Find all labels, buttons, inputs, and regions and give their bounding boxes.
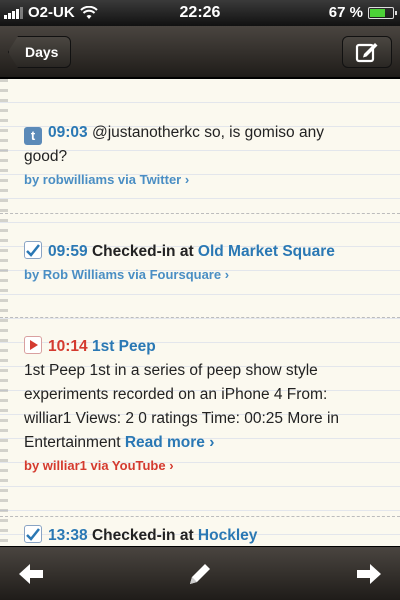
edit-button[interactable] <box>185 560 215 588</box>
tweet-text: @justanotherkc so, is gomiso any <box>91 124 324 141</box>
checkin-action: Checked-in at <box>91 527 194 544</box>
status-bar: O2-UK 22:26 67 % <box>0 0 400 26</box>
next-day-button[interactable] <box>354 560 384 588</box>
entry-time: 09:03 <box>48 124 88 141</box>
entry-time: 09:59 <box>48 243 88 260</box>
read-more-link[interactable]: Read more › <box>125 434 215 451</box>
battery-level-fill <box>370 8 385 17</box>
status-right: 67 % <box>328 4 397 21</box>
navigation-bar: Days <box>0 26 400 78</box>
arrow-left-icon <box>19 564 43 584</box>
twitter-icon: t <box>24 127 42 145</box>
video-description-line: Entertainment <box>24 434 121 451</box>
video-description-line: williar1 Views: 2 0 ratings Time: 00:25 … <box>24 410 340 427</box>
day-entries-list[interactable]: t 09:03 @justanotherkc so, is gomiso any … <box>0 79 400 546</box>
tweet-text-continued: good? <box>24 148 68 165</box>
list-item[interactable]: t 09:03 @justanotherkc so, is gomiso any … <box>0 79 400 214</box>
foursquare-icon <box>24 241 42 259</box>
bottom-toolbar <box>0 546 400 600</box>
battery-icon <box>368 6 397 19</box>
previous-day-button[interactable] <box>16 560 46 588</box>
compose-icon <box>355 43 378 63</box>
entry-source-link[interactable]: by Rob Williams via Foursquare › <box>24 264 376 286</box>
list-item[interactable]: 13:38 Checked-in at Hockley <box>0 518 400 546</box>
venue-link[interactable]: Hockley <box>198 527 257 544</box>
video-description-line: 1st Peep 1st in a series of peep show st… <box>24 362 318 379</box>
video-description-line: experiments recorded on an iPhone 4 From… <box>24 386 328 403</box>
back-button-days[interactable]: Days <box>8 36 72 68</box>
list-item[interactable]: 10:14 1st Peep 1st Peep 1st in a series … <box>0 319 400 517</box>
arrow-right-icon <box>357 564 381 584</box>
entry-source-link[interactable]: by robwilliams via Twitter › <box>24 169 376 191</box>
battery-percent: 67 % <box>328 4 363 21</box>
entry-source-link[interactable]: by williar1 via YouTube › <box>24 455 376 477</box>
foursquare-icon <box>24 525 42 543</box>
pencil-icon <box>190 564 210 584</box>
entry-time: 10:14 <box>48 338 88 355</box>
checkin-action: Checked-in at <box>91 243 194 260</box>
entry-time: 13:38 <box>48 527 88 544</box>
list-item[interactable]: 09:59 Checked-in at Old Market Square by… <box>0 215 400 318</box>
youtube-icon <box>24 336 42 354</box>
video-title-link[interactable]: 1st Peep <box>92 338 156 355</box>
venue-link[interactable]: Old Market Square <box>198 243 335 260</box>
compose-button[interactable] <box>342 36 392 68</box>
